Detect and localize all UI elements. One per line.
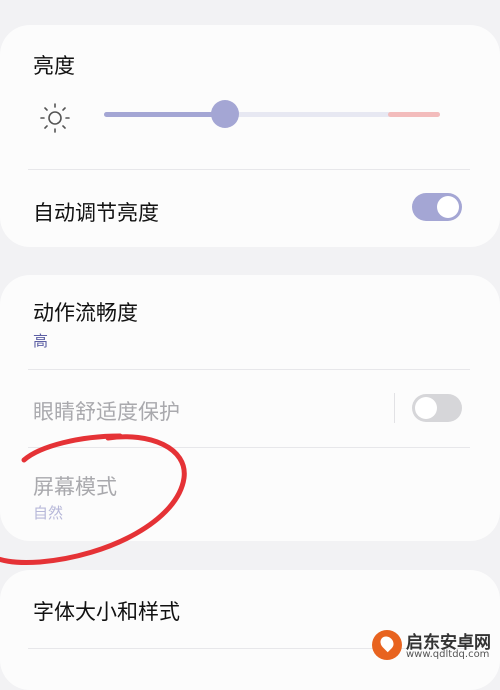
auto-brightness-toggle[interactable] [412,193,462,221]
auto-brightness-label: 自动调节亮度 [33,201,159,225]
motion-smoothness-label: 动作流畅度 [33,301,138,325]
watermark: 启东安卓网 www.qdltdq.com [372,626,500,666]
divider [28,169,470,170]
screen-mode-label: 屏幕模式 [33,475,117,499]
screen-mode-value: 自然 [33,504,64,522]
toggle-knob [415,397,437,419]
watermark-logo-icon [372,630,402,660]
toggle-knob [437,196,459,218]
divider [28,447,470,448]
eye-comfort-label: 眼睛舒适度保护 [33,400,180,424]
display-options-card: 动作流畅度 高 眼睛舒适度保护 屏幕模式 自然 [0,275,500,541]
brightness-slider-fill [104,112,225,117]
brightness-slider-thumb[interactable] [210,100,239,128]
sun-icon [40,103,70,133]
brightness-title: 亮度 [33,54,75,78]
watermark-url: www.qdltdq.com [406,649,490,660]
vertical-separator [394,393,395,423]
font-size-style-label: 字体大小和样式 [33,600,180,624]
brightness-card: 亮度 自动调节亮度 [0,25,500,247]
motion-smoothness-value: 高 [33,332,49,350]
brightness-slider[interactable] [104,100,440,128]
eye-comfort-toggle[interactable] [412,394,462,422]
divider [28,369,470,370]
brightness-high-zone [388,112,440,117]
